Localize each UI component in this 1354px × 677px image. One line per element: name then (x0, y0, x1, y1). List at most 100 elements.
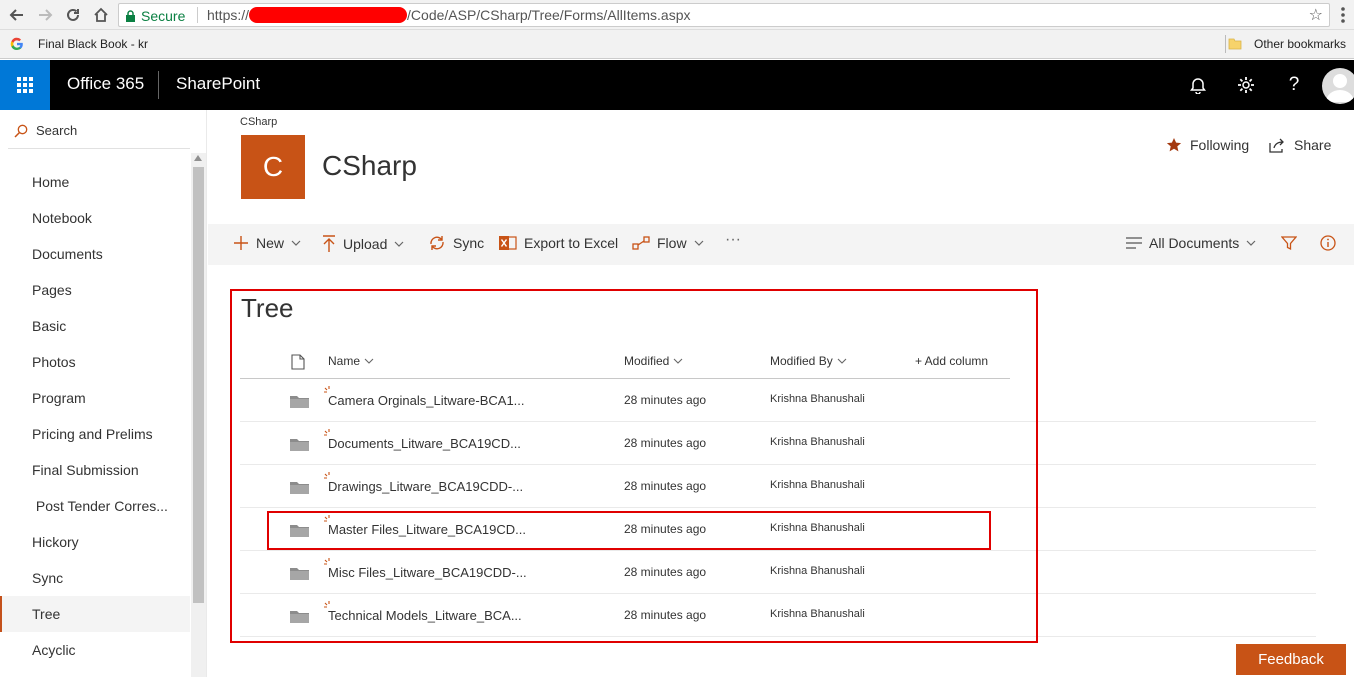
app-launcher-button[interactable] (0, 60, 50, 110)
row-modified-by[interactable]: Krishna Bhanushali (770, 565, 865, 577)
nav-item-documents[interactable]: Documents (0, 236, 190, 272)
table-row[interactable]: Documents_Litware_BCA19CD... 28 minutes … (240, 422, 1316, 465)
reload-icon (67, 8, 79, 21)
row-modified-by[interactable]: Krishna Bhanushali (770, 436, 865, 448)
row-name[interactable]: Documents_Litware_BCA19CD... (328, 436, 521, 451)
view-label: All Documents (1149, 235, 1240, 251)
nav-item-pages[interactable]: Pages (0, 272, 190, 308)
nav-item-home[interactable]: Home (0, 164, 190, 200)
folder-icon (290, 525, 309, 537)
modified-by-column-header[interactable]: Modified By (770, 354, 847, 368)
nav-item-basic[interactable]: Basic (0, 308, 190, 344)
nav-item-hickory[interactable]: Hickory (0, 524, 190, 560)
chevron-down-icon (694, 240, 703, 246)
bookmark-star-icon[interactable]: ☆ (1309, 5, 1323, 25)
scroll-up-arrow-icon[interactable] (194, 155, 202, 161)
help-button[interactable]: ? (1282, 73, 1306, 97)
table-row[interactable]: Technical Models_Litware_BCA... 28 minut… (240, 594, 1316, 637)
sharepoint-app-title[interactable]: SharePoint (176, 74, 260, 94)
nav-item-acyclic[interactable]: Acyclic (0, 632, 190, 668)
nav-item-sync[interactable]: Sync (0, 560, 190, 596)
nav-item-program[interactable]: Program (0, 380, 190, 416)
site-title[interactable]: CSharp (322, 150, 417, 182)
bookmark-final-black-book[interactable]: Final Black Book - kr (10, 37, 148, 51)
home-button[interactable] (90, 4, 112, 26)
chevron-down-icon (291, 240, 301, 246)
google-icon (10, 37, 23, 51)
search-label: Search (36, 123, 78, 138)
row-name[interactable]: Master Files_Litware_BCA19CD... (328, 522, 526, 537)
file-type-column-header[interactable] (291, 354, 305, 370)
feedback-button[interactable]: Feedback (1236, 644, 1346, 675)
name-column-header[interactable]: Name (328, 354, 374, 368)
upload-button[interactable]: Upload (322, 235, 404, 252)
nav-item-pricing-and-prelims[interactable]: Pricing and Prelims (0, 416, 190, 452)
sync-label: Sync (453, 235, 485, 251)
new-button[interactable]: New (233, 235, 301, 251)
nav-item-notebook[interactable]: Notebook (0, 200, 190, 236)
nav-item-photos[interactable]: Photos (0, 344, 190, 380)
reload-button[interactable] (62, 4, 84, 26)
info-button[interactable] (1320, 235, 1336, 251)
settings-button[interactable] (1234, 73, 1258, 97)
notifications-button[interactable] (1186, 73, 1210, 97)
row-modified-by[interactable]: Krishna Bhanushali (770, 608, 865, 620)
new-label: New (256, 235, 285, 251)
nav-item-post-tender[interactable]: Post Tender Corres... (0, 488, 190, 524)
table-row[interactable]: Drawings_Litware_BCA19CDD-... 28 minutes… (240, 465, 1316, 508)
more-commands-button[interactable]: ··· (725, 231, 741, 249)
flow-button[interactable]: Flow (632, 235, 704, 251)
search-icon (14, 124, 28, 138)
bookmark-label: Final Black Book - kr (38, 37, 149, 51)
arrow-left-icon (9, 9, 23, 21)
office365-brand[interactable]: Office 365 (67, 74, 144, 94)
breadcrumb[interactable]: CSharp (240, 116, 277, 128)
following-button[interactable]: Following (1166, 137, 1249, 153)
sync-button[interactable]: Sync (428, 235, 484, 251)
add-column-button[interactable]: + Add column (915, 354, 988, 368)
search-box[interactable]: Search (14, 123, 77, 138)
row-modified: 28 minutes ago (624, 393, 707, 407)
row-modified-by[interactable]: Krishna Bhanushali (770, 522, 865, 534)
browser-menu-icon[interactable] (1336, 5, 1350, 25)
folder-icon (290, 568, 309, 580)
table-row[interactable]: Camera Orginals_Litware-BCA1... 28 minut… (240, 379, 1316, 422)
filter-button[interactable] (1281, 235, 1297, 251)
modified-column-header[interactable]: Modified (624, 354, 683, 368)
row-name[interactable]: Drawings_Litware_BCA19CDD-... (328, 479, 523, 494)
modified-column-label: Modified (624, 354, 670, 368)
nav-item-final-submission[interactable]: Final Submission (0, 452, 190, 488)
nav-scrollbar[interactable] (191, 153, 206, 677)
row-name[interactable]: Camera Orginals_Litware-BCA1... (328, 393, 525, 408)
table-row[interactable]: Misc Files_Litware_BCA19CDD-... 28 minut… (240, 551, 1316, 594)
nav-scrollbar-thumb[interactable] (193, 167, 204, 603)
row-name[interactable]: Misc Files_Litware_BCA19CDD-... (328, 565, 527, 580)
star-filled-icon (1166, 138, 1182, 152)
nav-item-tree[interactable]: Tree (0, 596, 190, 632)
back-button[interactable] (6, 4, 28, 26)
table-row[interactable]: Master Files_Litware_BCA19CD... 28 minut… (240, 508, 1316, 551)
forward-button[interactable] (34, 4, 56, 26)
row-modified-by[interactable]: Krishna Bhanushali (770, 393, 865, 405)
share-button[interactable]: Share (1269, 137, 1331, 153)
search-underline (8, 148, 190, 149)
export-to-excel-button[interactable]: Export to Excel (499, 235, 618, 251)
question-icon: ? (1288, 74, 1300, 95)
list-view-icon (1126, 237, 1142, 249)
row-modified: 28 minutes ago (624, 565, 707, 579)
bookmarks-divider (1225, 35, 1226, 53)
share-label: Share (1294, 137, 1332, 153)
user-icon (1326, 74, 1354, 102)
other-bookmarks[interactable]: Other bookmarks (1228, 37, 1346, 51)
avatar[interactable] (1322, 68, 1354, 104)
url-field[interactable]: Secure https:// /Code/ASP/CSharp/Tree/For… (118, 3, 1330, 27)
folder-icon (290, 611, 309, 623)
row-name[interactable]: Technical Models_Litware_BCA... (328, 608, 522, 623)
view-switcher[interactable]: All Documents (1126, 235, 1256, 251)
row-modified-by[interactable]: Krishna Bhanushali (770, 479, 865, 491)
command-bar: New Upload Sync Export to Excel Flow ···… (208, 224, 1354, 265)
lock-icon (126, 9, 135, 22)
site-logo[interactable]: C (241, 135, 305, 199)
secure-indicator[interactable]: Secure (125, 8, 185, 24)
add-column-label: + Add column (915, 354, 989, 368)
